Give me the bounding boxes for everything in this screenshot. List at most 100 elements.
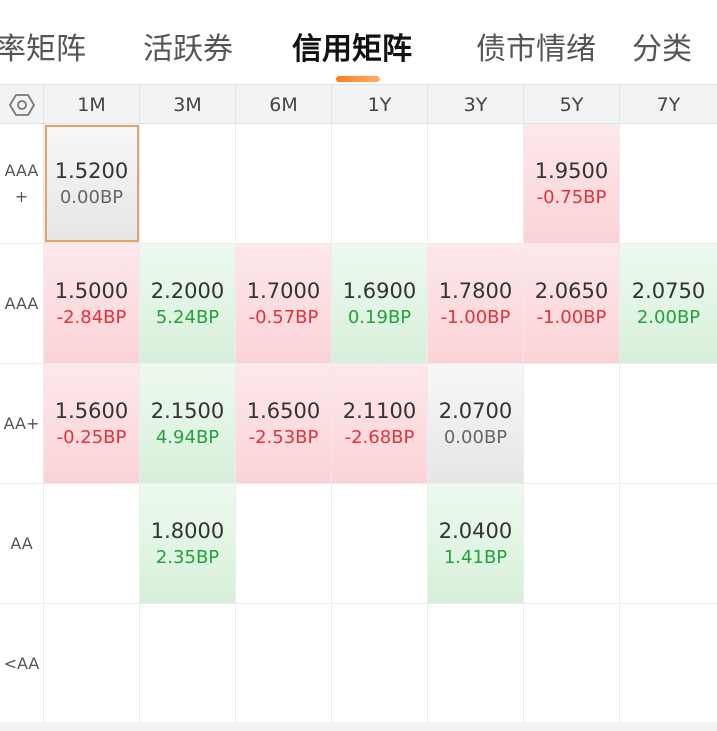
cell-change-bp: -1.00BP: [536, 306, 607, 328]
row-label-rating: <AA: [3, 654, 40, 673]
cell-yield-value: 1.9500: [534, 158, 609, 183]
matrix-cell[interactable]: 2.0650 -1.00BP: [524, 244, 620, 363]
cell-change-bp: -2.68BP: [344, 426, 415, 448]
tab-active-bonds[interactable]: 活跃券: [143, 30, 233, 70]
cell-change-bp: -0.57BP: [248, 306, 319, 328]
tab-rate-matrix[interactable]: 率矩阵: [0, 30, 86, 70]
matrix-cell[interactable]: 1.7800 -1.00BP: [428, 244, 524, 363]
matrix-row: <AA: [0, 604, 717, 724]
cell-yield-value: 1.6500: [246, 398, 321, 423]
cell-change-bp: -0.75BP: [536, 186, 607, 208]
column-header[interactable]: 1M: [44, 85, 140, 125]
matrix-row: AAA +1.5200 0.00BP 1.9500 -0.75BP: [0, 124, 717, 244]
cell-change-bp: 2.35BP: [155, 546, 220, 568]
row-label-suffix: +: [14, 187, 29, 206]
row-label: AAA +: [0, 124, 44, 244]
row-label: AAA: [0, 244, 44, 364]
cell-yield-value: 1.7000: [246, 278, 321, 303]
matrix-cell[interactable]: 1.5600 -0.25BP: [44, 364, 140, 483]
row-label-rating: AAA: [4, 161, 39, 180]
matrix-cell[interactable]: 1.8000 2.35BP: [140, 484, 236, 603]
matrix-cell-empty: [620, 604, 717, 723]
row-label: AA: [0, 484, 44, 604]
matrix-cell-empty: [332, 604, 428, 723]
matrix-cell-empty: [428, 124, 524, 243]
cell-change-bp: 1.41BP: [443, 546, 508, 568]
matrix-cell-empty: [140, 604, 236, 723]
cell-yield-value: 1.5000: [54, 278, 129, 303]
matrix-cell-empty: [524, 484, 620, 603]
cell-change-bp: -2.84BP: [56, 306, 127, 328]
settings-button[interactable]: [0, 85, 44, 125]
tab-bar: 率矩阵 活跃券 信用矩阵 债市情绪 分类: [0, 0, 717, 84]
tab-category[interactable]: 分类: [632, 30, 692, 70]
row-label: AA+: [0, 364, 44, 484]
matrix-cell[interactable]: 1.7000 -0.57BP: [236, 244, 332, 363]
cell-change-bp: 0.00BP: [59, 186, 124, 208]
cell-change-bp: -2.53BP: [248, 426, 319, 448]
column-header[interactable]: 6M: [236, 85, 332, 125]
matrix-cell-empty: [44, 484, 140, 603]
row-label: <AA: [0, 604, 44, 724]
column-header[interactable]: 7Y: [620, 85, 717, 125]
cell-yield-value: 2.0400: [438, 518, 513, 543]
row-label-rating: AA: [10, 534, 33, 553]
hexagon-settings-icon: [8, 94, 35, 116]
column-header[interactable]: 1Y: [332, 85, 428, 125]
matrix-cell-empty: [140, 124, 236, 243]
matrix-cell[interactable]: 2.0750 2.00BP: [620, 244, 717, 363]
cell-yield-value: 2.0700: [438, 398, 513, 423]
matrix-cell-empty: [620, 364, 717, 483]
cell-change-bp: 5.24BP: [155, 306, 220, 328]
matrix-cell-empty: [332, 124, 428, 243]
matrix-cell-empty: [236, 604, 332, 723]
matrix-cell[interactable]: 1.6900 0.19BP: [332, 244, 428, 363]
matrix-cell[interactable]: 2.1100 -2.68BP: [332, 364, 428, 483]
row-label-rating: AA+: [3, 414, 40, 433]
column-header-row: 1M 3M 6M 1Y 3Y 5Y 7Y: [0, 84, 717, 125]
matrix-cell[interactable]: 1.5200 0.00BP: [44, 124, 140, 243]
cell-yield-value: 2.2000: [150, 278, 225, 303]
matrix-cell[interactable]: 1.6500 -2.53BP: [236, 364, 332, 483]
matrix-cell-empty: [236, 124, 332, 243]
credit-matrix-table: 1M 3M 6M 1Y 3Y 5Y 7Y AAA +1.5200 0.00BP 1.9…: [0, 84, 717, 724]
cell-change-bp: 2.00BP: [636, 306, 701, 328]
matrix-cell[interactable]: 2.0400 1.41BP: [428, 484, 524, 603]
matrix-cell-empty: [428, 604, 524, 723]
column-header[interactable]: 3M: [140, 85, 236, 125]
cell-change-bp: 0.00BP: [443, 426, 508, 448]
matrix-cell-empty: [236, 484, 332, 603]
matrix-cell-empty: [524, 364, 620, 483]
column-header[interactable]: 3Y: [428, 85, 524, 125]
matrix-cell-empty: [620, 484, 717, 603]
tab-credit-matrix[interactable]: 信用矩阵: [292, 30, 412, 70]
row-label-rating: AAA: [4, 294, 39, 313]
cell-yield-value: 1.5600: [54, 398, 129, 423]
matrix-cell[interactable]: 2.0700 0.00BP: [428, 364, 524, 483]
matrix-cell-empty: [620, 124, 717, 243]
matrix-cell[interactable]: 1.5000 -2.84BP: [44, 244, 140, 363]
cell-change-bp: -1.00BP: [440, 306, 511, 328]
cell-yield-value: 1.5200: [54, 158, 129, 183]
matrix-cell-empty: [44, 604, 140, 723]
cell-change-bp: -0.25BP: [56, 426, 127, 448]
matrix-cell[interactable]: 1.9500 -0.75BP: [524, 124, 620, 243]
cell-change-bp: 0.19BP: [347, 306, 412, 328]
matrix-row: AA+ 1.5600 -0.25BP 2.1500 4.94BP 1.6500 -2.53B…: [0, 364, 717, 484]
matrix-cell-empty: [332, 484, 428, 603]
cell-yield-value: 2.0650: [534, 278, 609, 303]
tab-bond-sentiment[interactable]: 债市情绪: [476, 30, 596, 70]
matrix-row: AAA 1.5000 -2.84BP 2.2000 5.24BP 1.7000 -0.57B…: [0, 244, 717, 364]
bottom-divider: [0, 722, 717, 731]
matrix-cell[interactable]: 2.2000 5.24BP: [140, 244, 236, 363]
matrix-row: AA 1.8000 2.35BP 2.0400 1.41BP: [0, 484, 717, 604]
active-tab-indicator: [336, 76, 380, 82]
matrix-cell[interactable]: 2.1500 4.94BP: [140, 364, 236, 483]
cell-yield-value: 2.0750: [631, 278, 706, 303]
column-header[interactable]: 5Y: [524, 85, 620, 125]
cell-yield-value: 2.1100: [342, 398, 417, 423]
cell-yield-value: 1.8000: [150, 518, 225, 543]
cell-yield-value: 1.7800: [438, 278, 513, 303]
cell-yield-value: 1.6900: [342, 278, 417, 303]
cell-yield-value: 2.1500: [150, 398, 225, 423]
